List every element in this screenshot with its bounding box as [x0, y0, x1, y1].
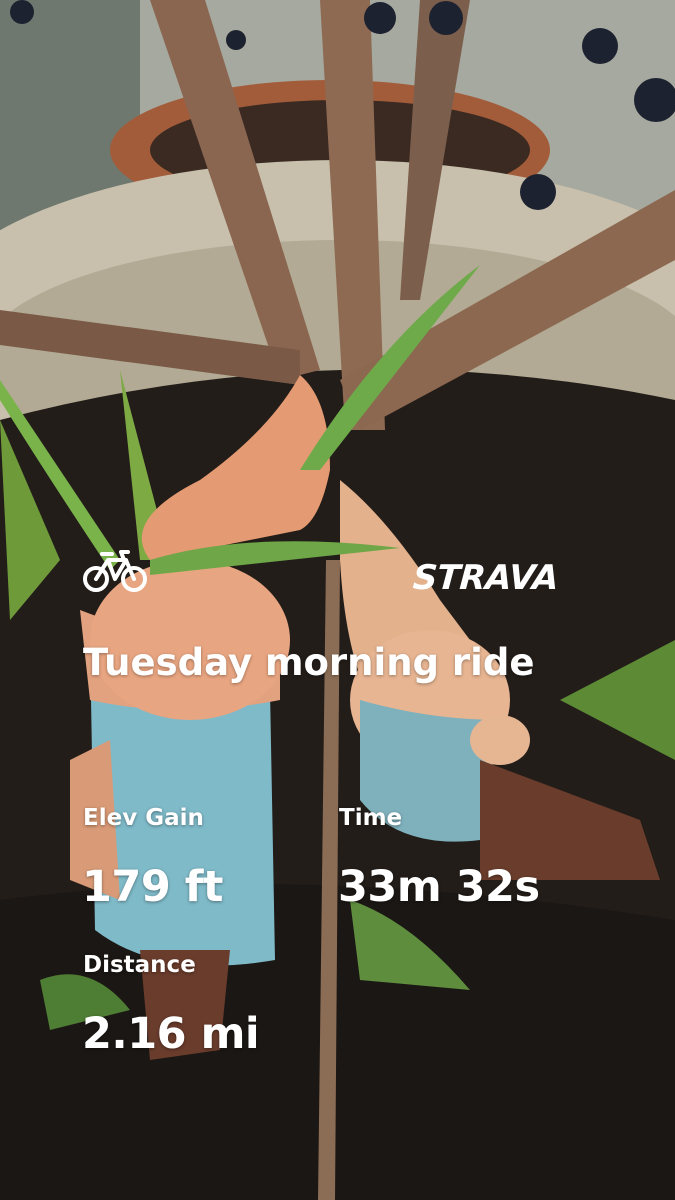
distance-value: 2.16 mi [82, 1009, 260, 1059]
elev-gain-value: 179 ft [82, 862, 224, 912]
distance-label: Distance [83, 952, 196, 978]
elev-gain-label: Elev Gain [83, 805, 204, 831]
bicycle-icon [83, 550, 147, 592]
time-label: Time [339, 805, 403, 831]
strava-logo: STRAVA [411, 558, 560, 598]
time-value: 33m 32s [338, 862, 540, 912]
activity-title: Tuesday morning ride [83, 641, 535, 684]
strava-share-overlay: STRAVA Tuesday morning ride Elev Gain 17… [0, 0, 675, 1200]
